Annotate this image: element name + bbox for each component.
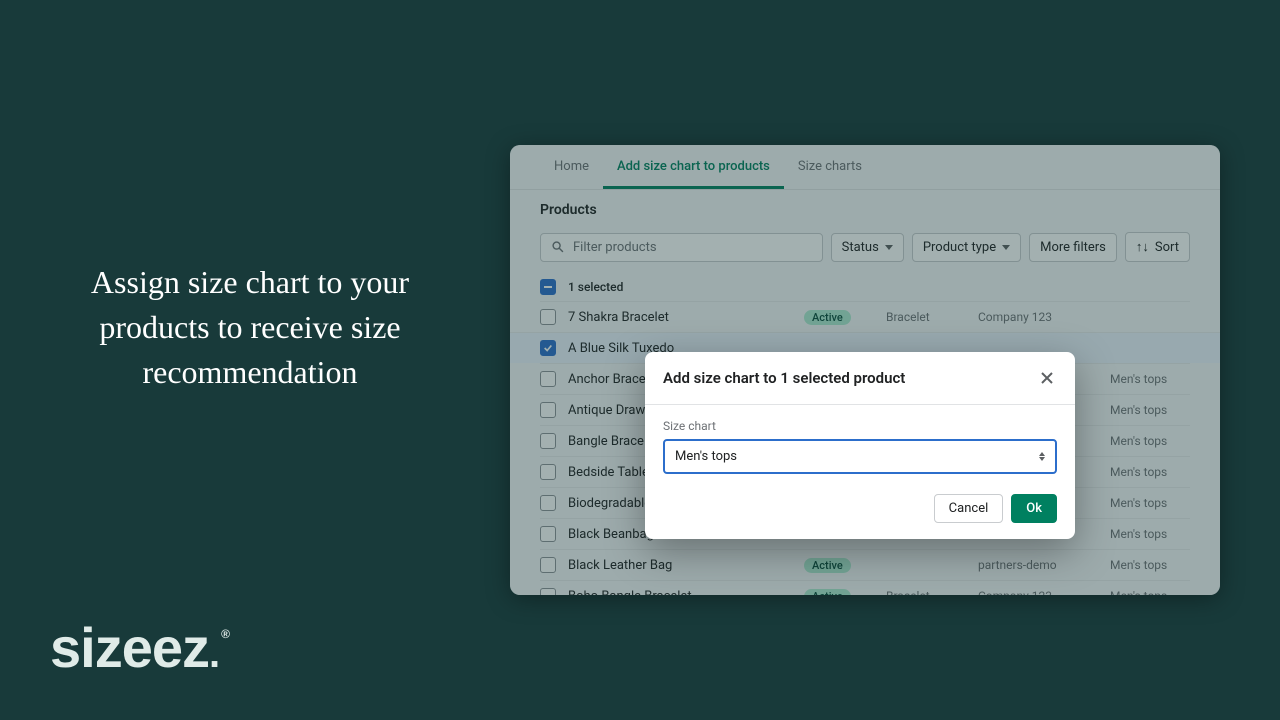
status-badge: Active (804, 558, 874, 573)
product-type: Bracelet (886, 589, 966, 595)
select-all-row: 1 selected (540, 272, 1190, 301)
table-row[interactable]: Boho Bangle Bracelet Active Bracelet Com… (540, 580, 1190, 595)
product-chart: Men's tops (1110, 372, 1190, 386)
search-icon (551, 240, 565, 254)
filter-input[interactable]: Filter products (540, 233, 823, 262)
row-checkbox[interactable] (540, 433, 556, 449)
table-row[interactable]: Black Leather Bag Active partners-demo M… (540, 549, 1190, 580)
product-vendor: Company 123 (978, 310, 1098, 324)
ok-button[interactable]: Ok (1011, 494, 1057, 523)
chevron-down-icon (885, 245, 893, 250)
tab-home[interactable]: Home (540, 145, 603, 189)
select-all-checkbox[interactable] (540, 279, 556, 295)
product-chart: Men's tops (1110, 434, 1190, 448)
section-title: Products (510, 190, 1220, 226)
row-checkbox[interactable] (540, 309, 556, 325)
select-chevron-icon (1039, 452, 1045, 461)
product-chart: Men's tops (1110, 496, 1190, 510)
row-checkbox[interactable] (540, 402, 556, 418)
tab-add-size-chart[interactable]: Add size chart to products (603, 145, 784, 189)
size-chart-select[interactable]: Men's tops (663, 439, 1057, 474)
close-icon[interactable] (1037, 368, 1057, 388)
product-chart: Men's tops (1110, 589, 1190, 595)
status-filter[interactable]: Status (831, 233, 904, 262)
product-type-filter[interactable]: Product type (912, 233, 1021, 262)
row-checkbox[interactable] (540, 557, 556, 573)
toolbar: Filter products Status Product type More… (510, 226, 1220, 272)
row-checkbox[interactable] (540, 495, 556, 511)
brand-logo: sizeez.® (50, 615, 227, 680)
row-checkbox[interactable] (540, 371, 556, 387)
row-checkbox[interactable] (540, 526, 556, 542)
product-chart: Men's tops (1110, 465, 1190, 479)
promo-headline: Assign size chart to your products to re… (50, 260, 450, 394)
row-checkbox[interactable] (540, 340, 556, 356)
table-row[interactable]: 7 Shakra Bracelet Active Bracelet Compan… (540, 301, 1190, 332)
product-vendor: partners-demo (978, 558, 1098, 572)
chevron-down-icon (1002, 245, 1010, 250)
more-filters-button[interactable]: More filters (1029, 233, 1117, 262)
size-chart-value: Men's tops (675, 449, 737, 464)
product-name: 7 Shakra Bracelet (568, 310, 792, 325)
product-name: Boho Bangle Bracelet (568, 589, 792, 596)
filter-placeholder: Filter products (573, 240, 657, 255)
row-checkbox[interactable] (540, 588, 556, 595)
add-size-chart-modal: Add size chart to 1 selected product Siz… (645, 352, 1075, 539)
status-badge: Active (804, 310, 874, 325)
product-type: Bracelet (886, 310, 966, 324)
status-badge: Active (804, 589, 874, 596)
product-chart: Men's tops (1110, 403, 1190, 417)
size-chart-label: Size chart (663, 419, 1057, 433)
product-chart: Men's tops (1110, 558, 1190, 572)
product-vendor: Company 123 (978, 589, 1098, 595)
tab-size-charts[interactable]: Size charts (784, 145, 876, 189)
sort-button[interactable]: ↑↓Sort (1125, 232, 1190, 262)
row-checkbox[interactable] (540, 464, 556, 480)
product-name: Black Leather Bag (568, 558, 792, 573)
cancel-button[interactable]: Cancel (934, 494, 1004, 523)
sort-icon: ↑↓ (1136, 239, 1149, 255)
selected-count: 1 selected (568, 280, 623, 294)
tab-bar: Home Add size chart to products Size cha… (510, 145, 1220, 190)
product-chart: Men's tops (1110, 527, 1190, 541)
modal-title: Add size chart to 1 selected product (663, 369, 905, 387)
